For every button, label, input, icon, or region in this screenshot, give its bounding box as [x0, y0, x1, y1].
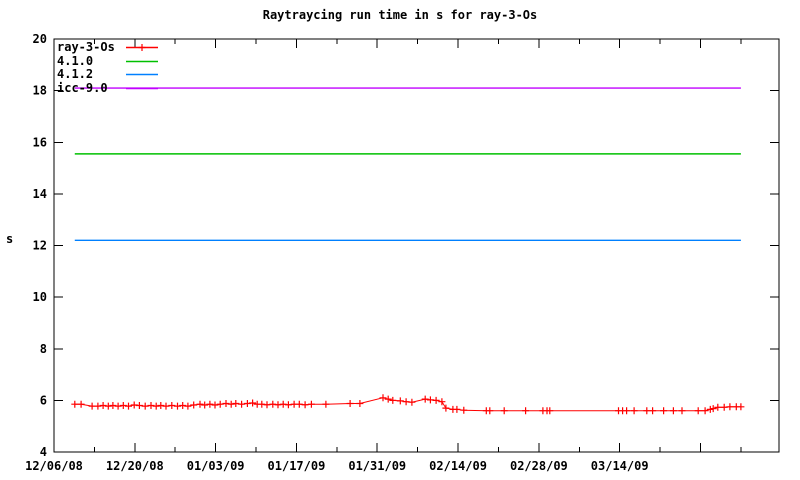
x-tick-label: 02/14/09	[429, 459, 487, 473]
y-tick-label: 20	[33, 32, 47, 46]
plot-border	[53, 38, 780, 453]
y-tick-label: 10	[33, 290, 47, 304]
legend-sample-line	[126, 60, 158, 62]
x-tick-label: 12/20/08	[106, 459, 164, 473]
legend-label: icc-9.0	[57, 80, 108, 95]
legend-sample-line	[126, 74, 158, 76]
y-tick-label: 12	[33, 239, 47, 253]
y-tick-label: 18	[33, 84, 47, 98]
legend-item-ray-3-Os: ray-3-Os	[57, 41, 159, 55]
series-markers-ray-3-Os	[71, 394, 745, 415]
x-tick-label: 02/28/09	[510, 459, 568, 473]
legend-label: 4.1.0	[57, 53, 94, 68]
y-tick-label: 6	[40, 393, 47, 407]
y-tick-label: 4	[40, 445, 47, 459]
legend-item-4.1.0: 4.1.0	[57, 53, 159, 69]
y-tick-label: 8	[40, 342, 47, 356]
legend-sample-line	[126, 44, 158, 52]
x-tick-label: 03/14/09	[591, 459, 649, 473]
legend-label: ray-3-Os	[57, 40, 115, 55]
legend-sample-line	[126, 87, 158, 89]
x-tick-label: 01/17/09	[268, 459, 326, 473]
legend-item-icc-9.0: icc-9.0	[57, 80, 159, 96]
y-tick-label: 16	[33, 135, 47, 149]
x-tick-label: 12/06/08	[25, 459, 83, 473]
x-tick-label: 01/03/09	[187, 459, 245, 473]
y-tick-label: 14	[33, 187, 47, 201]
legend-label: 4.1.2	[57, 67, 94, 82]
legend-item-4.1.2: 4.1.2	[57, 68, 159, 82]
legend-plus-marker	[138, 44, 146, 52]
x-tick-label: 01/31/09	[348, 459, 406, 473]
chart-window: Raytraycing run time in s for ray-3-Os s…	[0, 0, 800, 480]
series-line-ray-3-Os	[74, 397, 741, 412]
legend: ray-3-Os 4.1.0 4.1.2 icc-9.0	[57, 41, 159, 95]
